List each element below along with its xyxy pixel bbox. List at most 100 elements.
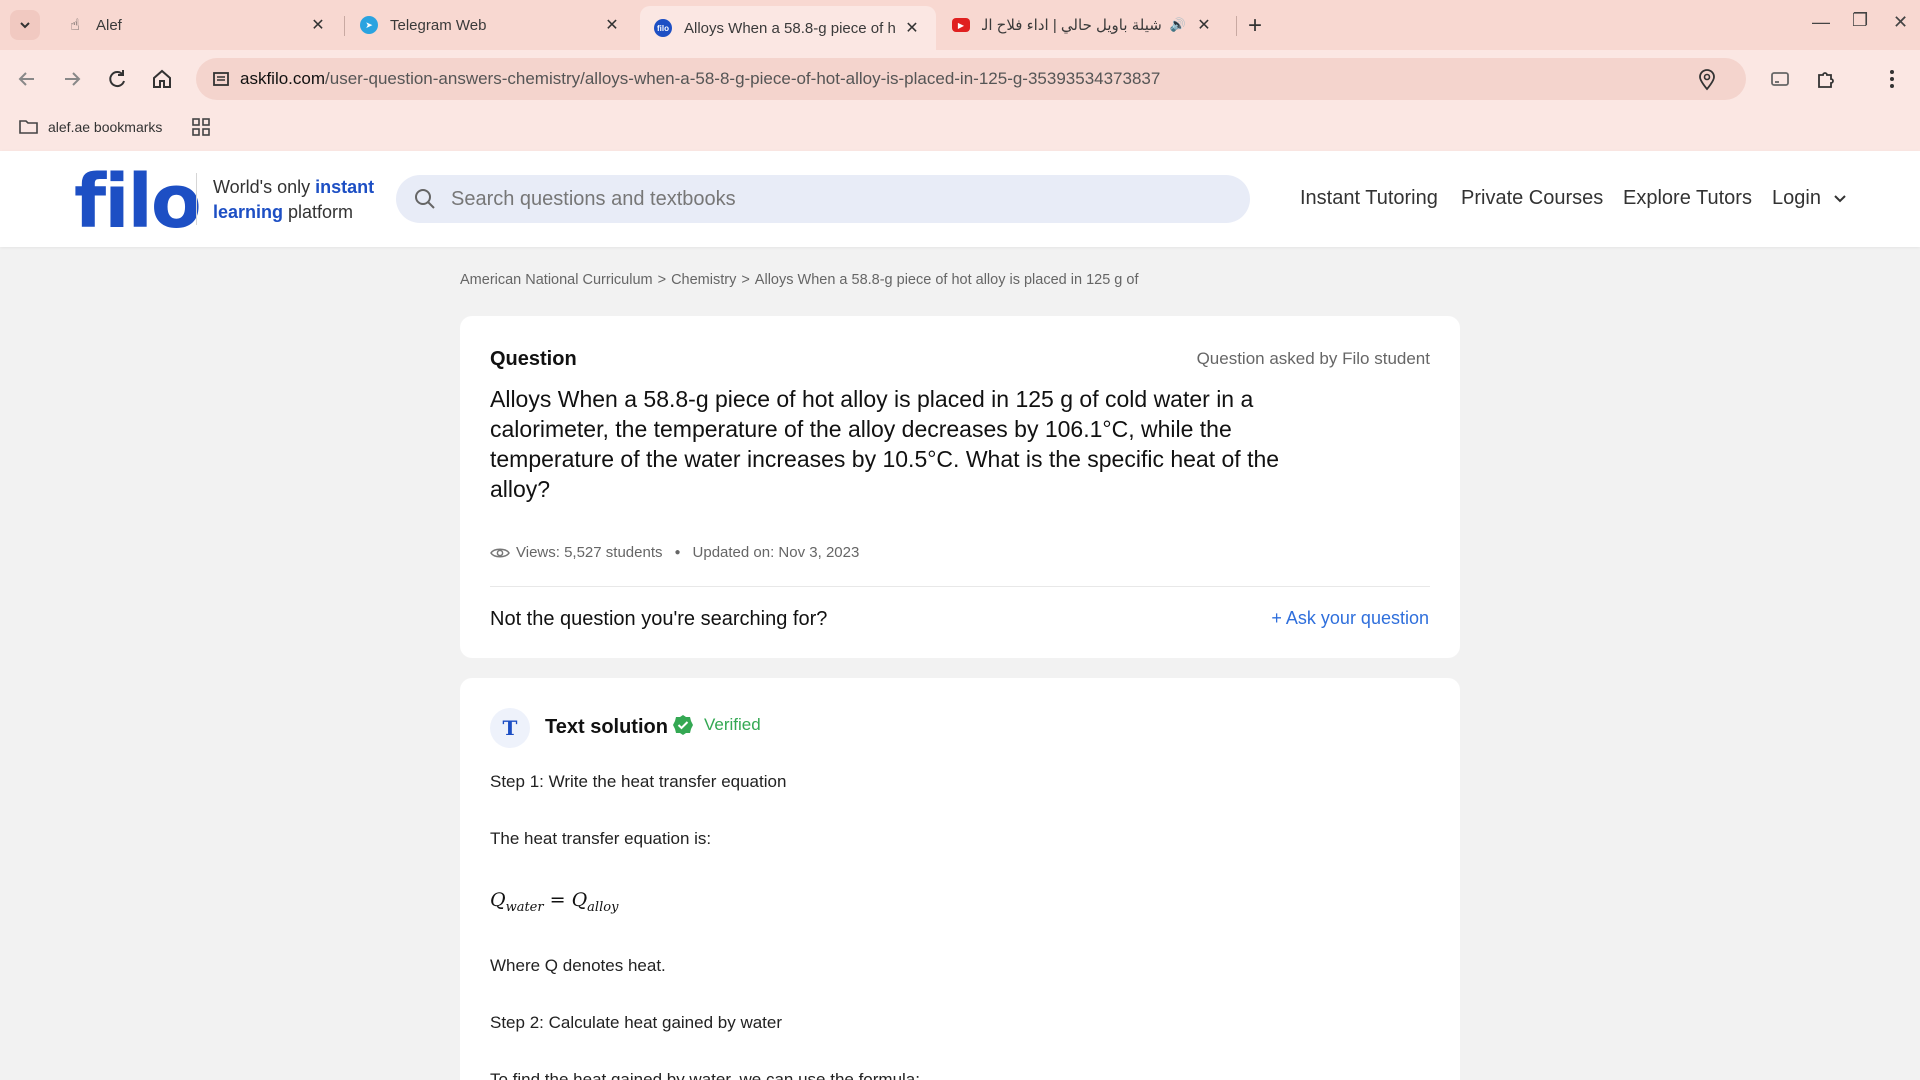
breadcrumb-item[interactable]: American National Curriculum bbox=[460, 272, 653, 288]
close-icon[interactable]: ✕ bbox=[602, 15, 622, 35]
divider bbox=[490, 586, 1430, 587]
home-button[interactable] bbox=[147, 64, 177, 94]
menu-button[interactable] bbox=[1877, 64, 1907, 94]
youtube-icon: ▶ bbox=[952, 18, 970, 32]
question-heading: Question bbox=[490, 348, 577, 370]
folder-icon bbox=[19, 120, 38, 134]
window-close-icon[interactable]: ✕ bbox=[1893, 12, 1908, 33]
verified-label: Verified bbox=[704, 715, 761, 734]
cast-icon bbox=[1771, 72, 1789, 86]
tab-search-button[interactable] bbox=[10, 10, 40, 40]
reload-button[interactable] bbox=[102, 64, 132, 94]
bookmarks-bar: alef.ae bookmarks bbox=[0, 108, 1920, 151]
tagline: World's only instant learning platform bbox=[213, 175, 374, 225]
login-label: Login bbox=[1772, 187, 1821, 209]
question-card: Question Question asked by Filo student … bbox=[460, 316, 1460, 658]
tab-title: شيلة باويل حالي | اداء فلاح المـ bbox=[982, 17, 1162, 34]
tagline-bold-1: instant bbox=[315, 177, 375, 197]
back-arrow-icon bbox=[18, 72, 34, 86]
tab-separator bbox=[1236, 16, 1237, 36]
chevron-down-icon bbox=[1833, 195, 1846, 203]
hand-icon: ☝ bbox=[70, 17, 80, 34]
forward-button[interactable] bbox=[57, 64, 87, 94]
close-icon[interactable]: ✕ bbox=[902, 18, 922, 38]
verified-check-icon bbox=[673, 715, 693, 735]
browser-chrome: ☝ Alef ✕ ➤ Telegram Web ✕ filo Alloys Wh… bbox=[0, 0, 1920, 151]
text-solution-icon: T bbox=[490, 708, 530, 748]
kebab-menu-icon bbox=[1890, 70, 1894, 88]
views-count: Views: 5,527 students bbox=[516, 544, 663, 561]
not-searching-text: Not the question you're searching for? bbox=[490, 608, 828, 630]
nav-instant-tutoring[interactable]: Instant Tutoring bbox=[1300, 187, 1438, 210]
url-text: askfilo.com/user-question-answers-chemis… bbox=[240, 69, 1160, 89]
ask-question-link[interactable]: + Ask your question bbox=[1271, 608, 1429, 629]
formula-rhs: Q bbox=[571, 889, 588, 911]
search-icon bbox=[415, 189, 435, 209]
updated-date: Updated on: Nov 3, 2023 bbox=[692, 544, 860, 561]
tab-strip: ☝ Alef ✕ ➤ Telegram Web ✕ filo Alloys Wh… bbox=[0, 0, 1920, 50]
close-icon[interactable]: ✕ bbox=[308, 15, 328, 35]
telegram-icon: ➤ bbox=[360, 16, 378, 34]
address-bar[interactable]: askfilo.com/user-question-answers-chemis… bbox=[196, 58, 1746, 100]
question-meta: Views: 5,527 students ● Updated on: Nov … bbox=[490, 544, 859, 561]
search-input[interactable]: Search questions and textbooks bbox=[396, 175, 1250, 223]
new-tab-icon[interactable]: + bbox=[1248, 12, 1262, 40]
logo-divider bbox=[196, 173, 197, 225]
location-icon[interactable] bbox=[1698, 69, 1716, 96]
url-host: askfilo.com bbox=[240, 69, 326, 88]
breadcrumb-separator: > bbox=[657, 272, 667, 288]
browser-toolbar: askfilo.com/user-question-answers-chemis… bbox=[0, 50, 1920, 108]
forward-arrow-icon bbox=[65, 72, 81, 86]
puzzle-icon bbox=[1818, 72, 1834, 88]
bookmark-folder-alef[interactable]: alef.ae bookmarks bbox=[18, 118, 162, 136]
formula-lhs: Q bbox=[490, 889, 506, 911]
solution-step-1: Step 1: Write the heat transfer equation bbox=[490, 772, 787, 791]
question-asked-by: Question asked by Filo student bbox=[1196, 349, 1430, 368]
url-path: /user-question-answers-chemistry/alloys-… bbox=[325, 69, 1161, 88]
chevron-down-icon bbox=[20, 22, 30, 29]
breadcrumb: American National Curriculum > Chemistry > A… bbox=[460, 272, 1138, 288]
tagline-bold-2: learning bbox=[213, 202, 284, 222]
tab-title: Alloys When a 58.8-g piece of h bbox=[684, 19, 896, 37]
solution-text: To find the heat gained by water, we can… bbox=[490, 1070, 920, 1080]
tagline-text-2: platform bbox=[283, 202, 354, 222]
formula-equals: = bbox=[543, 889, 572, 911]
breadcrumb-current: Alloys When a 58.8-g piece of hot alloy … bbox=[754, 272, 1139, 288]
eye-icon bbox=[490, 548, 510, 557]
verified-badge: Verified bbox=[672, 714, 761, 736]
formula-rhs-sub: alloy bbox=[587, 899, 619, 915]
breadcrumb-item[interactable]: Chemistry bbox=[671, 272, 736, 288]
back-button[interactable] bbox=[12, 64, 42, 94]
tab-separator bbox=[344, 16, 345, 36]
nav-private-courses[interactable]: Private Courses bbox=[1461, 187, 1603, 210]
tab-filo-active[interactable]: filo Alloys When a 58.8-g piece of h ✕ bbox=[640, 6, 936, 50]
tab-alef[interactable]: ☝ Alef ✕ bbox=[52, 6, 342, 44]
heat-equation: Qwater = Qalloy bbox=[490, 889, 618, 915]
meta-dot: ● bbox=[674, 547, 681, 558]
tab-youtube[interactable]: ▶ شيلة باويل حالي | اداء فلاح المـ 🔊 ✕ bbox=[938, 6, 1228, 44]
solution-card: T Text solution Verified Step 1: Write t… bbox=[460, 678, 1460, 1080]
extensions-button[interactable] bbox=[1811, 64, 1841, 94]
bookmark-label: alef.ae bookmarks bbox=[48, 119, 163, 135]
solution-text: The heat transfer equation is: bbox=[490, 829, 712, 848]
tab-telegram[interactable]: ➤ Telegram Web ✕ bbox=[346, 6, 636, 44]
apps-button[interactable] bbox=[192, 118, 210, 136]
site-header: filo World's only instant learning platf… bbox=[0, 151, 1920, 247]
search-placeholder: Search questions and textbooks bbox=[451, 188, 736, 210]
filo-logo[interactable]: filo bbox=[74, 159, 202, 245]
speaker-icon[interactable]: 🔊 bbox=[1170, 17, 1186, 33]
home-icon bbox=[153, 69, 171, 88]
restore-icon[interactable]: ❐ bbox=[1852, 10, 1868, 31]
nav-explore-tutors[interactable]: Explore Tutors bbox=[1623, 187, 1752, 210]
tab-title: Alef bbox=[96, 16, 122, 34]
close-icon[interactable]: ✕ bbox=[1194, 15, 1214, 35]
breadcrumb-separator: > bbox=[741, 272, 750, 288]
apps-grid-icon bbox=[192, 118, 210, 136]
minimize-icon[interactable]: — bbox=[1812, 12, 1830, 33]
filo-icon: filo bbox=[654, 19, 672, 37]
cast-button[interactable] bbox=[1765, 64, 1795, 94]
nav-login[interactable]: Login bbox=[1772, 187, 1847, 210]
site-info-icon[interactable] bbox=[212, 70, 230, 93]
tagline-text-1: World's only bbox=[213, 177, 316, 197]
formula-lhs-sub: water bbox=[505, 899, 544, 915]
